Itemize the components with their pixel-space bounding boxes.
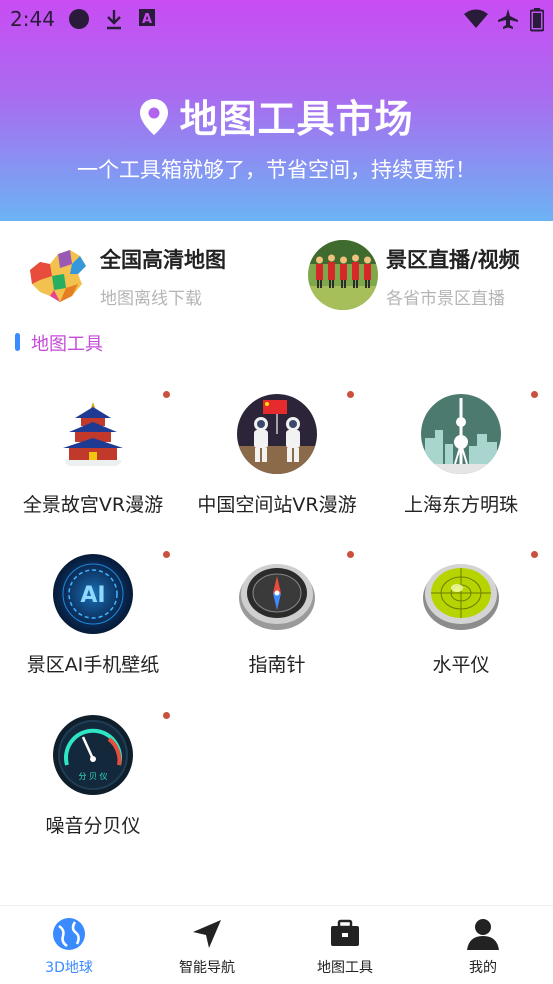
user-icon xyxy=(467,919,499,950)
globe-icon xyxy=(53,918,85,950)
nav-label: 智能导航 xyxy=(179,960,235,976)
nav-label: 我的 xyxy=(469,960,497,976)
level-gauge-icon xyxy=(421,554,501,634)
download-icon xyxy=(107,10,121,30)
status-bar: 2:44 A xyxy=(0,0,553,38)
header-banner: 2:44 A 地图工具市场 一个工具箱就够了，节省空间，持续更新！ xyxy=(0,0,553,221)
nav-map-tools[interactable]: 地图工具 xyxy=(276,906,414,984)
ai-text: AI xyxy=(80,583,105,608)
hero-title-row: 地图工具市场 xyxy=(0,88,553,143)
tool-label: 水平仪 xyxy=(432,654,490,676)
wifi-icon xyxy=(464,9,488,28)
new-badge-dot xyxy=(531,551,538,558)
tool-forbidden-city-vr[interactable]: 全景故宫VR漫游 xyxy=(1,391,185,544)
tool-space-station-vr[interactable]: 中国空间站VR漫游 xyxy=(185,391,369,544)
compass-icon xyxy=(237,554,317,634)
battery-icon xyxy=(530,8,544,32)
new-badge-dot xyxy=(347,551,354,558)
ai-icon: AI xyxy=(53,554,133,634)
location-pin-icon xyxy=(140,99,169,135)
status-time: 2:44 xyxy=(10,7,55,31)
tool-compass[interactable]: 指南针 xyxy=(185,551,369,704)
page-title: 地图工具市场 xyxy=(179,97,414,141)
svg-text:A: A xyxy=(142,12,152,27)
nav-label: 地图工具 xyxy=(317,960,373,976)
circle-icon xyxy=(69,9,89,29)
new-badge-dot xyxy=(163,391,170,398)
nav-profile[interactable]: 我的 xyxy=(414,906,552,984)
airplane-icon xyxy=(498,9,518,29)
tool-label: 中国空间站VR漫游 xyxy=(197,494,357,516)
tool-label: 全景故宫VR漫游 xyxy=(22,494,164,516)
new-badge-dot xyxy=(531,391,538,398)
hero-subtitle: 一个工具箱就够了，节省空间，持续更新！ xyxy=(77,158,476,182)
tool-label: 景区AI手机壁纸 xyxy=(26,654,160,676)
tool-label: 噪音分贝仪 xyxy=(45,815,141,837)
new-badge-dot xyxy=(347,391,354,398)
temple-icon xyxy=(53,394,133,474)
section-accent-bar xyxy=(15,333,20,351)
nav-3d-globe[interactable]: 3D地球 xyxy=(0,906,138,984)
feature-scenic-live[interactable]: 景区直播/视频 各省市景区直播 xyxy=(308,240,548,310)
feature-hd-map[interactable]: 全国高清地图 地图离线下载 xyxy=(22,240,252,310)
china-map-icon xyxy=(22,240,92,310)
tv-tower-icon xyxy=(421,394,501,474)
feature-title: 景区直播/视频 xyxy=(386,248,520,272)
meter-text: 分 贝 仪 xyxy=(78,772,107,781)
nav-label: 3D地球 xyxy=(45,960,93,976)
nav-smart-navigation[interactable]: 智能导航 xyxy=(138,906,276,984)
scenic-photo-icon xyxy=(308,240,378,310)
new-badge-dot xyxy=(163,551,170,558)
tool-ai-wallpaper[interactable]: AI 景区AI手机壁纸 xyxy=(1,551,185,704)
tool-decibel-meter[interactable]: 分 贝 仪 噪音分贝仪 xyxy=(1,712,185,865)
feature-subtitle: 各省市景区直播 xyxy=(386,289,505,309)
tool-label: 指南针 xyxy=(248,654,306,676)
feature-subtitle: 地图离线下载 xyxy=(100,289,202,309)
tool-level[interactable]: 水平仪 xyxy=(369,551,553,704)
section-title: 地图工具 xyxy=(31,334,103,355)
decibel-meter-icon: 分 贝 仪 xyxy=(53,715,133,795)
bottom-navigation: 3D地球 智能导航 地图工具 我的 xyxy=(0,905,553,984)
new-badge-dot xyxy=(163,712,170,719)
navigation-arrow-icon xyxy=(193,920,221,948)
tool-oriental-pearl[interactable]: 上海东方明珠 xyxy=(369,391,553,544)
toolbox-icon xyxy=(331,919,359,946)
tool-label: 上海东方明珠 xyxy=(403,494,518,516)
font-icon: A xyxy=(139,9,155,27)
astronaut-icon xyxy=(237,394,317,474)
feature-title: 全国高清地图 xyxy=(100,248,226,272)
